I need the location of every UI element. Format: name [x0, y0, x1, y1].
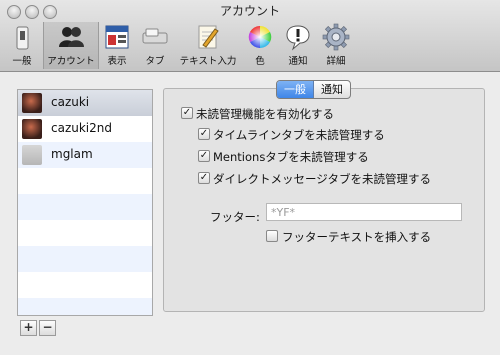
- tab-icon: [142, 28, 168, 44]
- toolbar-advanced[interactable]: 詳細: [318, 22, 354, 69]
- unread-enable-checkbox[interactable]: ✓: [181, 107, 193, 119]
- toolbar-text-input[interactable]: テキスト入力: [175, 22, 241, 69]
- toolbar-notification-label: 通知: [288, 56, 308, 67]
- tab-general[interactable]: 一般: [277, 81, 314, 98]
- display-icon: [105, 25, 129, 49]
- account-name: cazuki2nd: [51, 121, 112, 135]
- preferences-window: アカウント 一般 アカウント 表示 タブ テキスト入力 色 通知 詳細 cazu…: [0, 0, 500, 355]
- footer-insert-label: フッターテキストを挿入する: [282, 230, 432, 244]
- empty-row: [18, 220, 152, 246]
- footer-insert-checkbox[interactable]: [266, 230, 278, 242]
- gear-icon: [322, 23, 350, 51]
- people-icon: [59, 27, 84, 47]
- toolbar-general-label: 一般: [12, 56, 32, 67]
- footer-text-field[interactable]: *YF*: [266, 203, 462, 221]
- unread-enable-label: 未読管理機能を有効化する: [196, 107, 334, 121]
- direct-unread-checkbox[interactable]: ✓: [198, 172, 210, 184]
- avatar: [22, 145, 42, 165]
- color-wheel-icon: [248, 25, 272, 49]
- timeline-unread-label: タイムラインタブを未読管理する: [213, 128, 385, 142]
- direct-unread-label: ダイレクトメッセージタブを未読管理する: [213, 172, 432, 186]
- empty-row: [18, 272, 152, 298]
- tab-notification[interactable]: 通知: [314, 81, 350, 98]
- toolbar-advanced-label: 詳細: [326, 56, 346, 67]
- tab-control: 一般 通知: [276, 80, 351, 99]
- avatar: [22, 119, 42, 139]
- toolbar-tab[interactable]: タブ: [137, 22, 173, 69]
- toolbar-account-label: アカウント: [47, 56, 95, 67]
- timeline-unread-checkbox[interactable]: ✓: [198, 128, 210, 140]
- toolbar-account[interactable]: アカウント: [43, 22, 99, 69]
- mentions-unread-label: Mentionsタブを未読管理する: [213, 150, 369, 164]
- toolbar-tab-label: タブ: [145, 56, 165, 67]
- empty-row: [18, 194, 152, 220]
- account-row[interactable]: cazuki: [18, 90, 152, 116]
- footer-label: フッター:: [210, 210, 260, 224]
- account-name: cazuki: [51, 95, 90, 109]
- toolbar-general[interactable]: 一般: [2, 22, 42, 69]
- notification-icon: [286, 25, 310, 51]
- avatar: [22, 93, 42, 113]
- empty-row: [18, 168, 152, 194]
- empty-row: [18, 246, 152, 272]
- toolbar-notification[interactable]: 通知: [282, 22, 314, 69]
- account-row[interactable]: mglam: [18, 142, 152, 168]
- window-title: アカウント: [219, 4, 280, 18]
- toolbar: アカウント 一般 アカウント 表示 タブ テキスト入力 色 通知 詳細: [0, 0, 500, 72]
- remove-account-button[interactable]: −: [39, 320, 56, 336]
- toolbar-display[interactable]: 表示: [99, 22, 135, 69]
- empty-row: [18, 298, 152, 315]
- toolbar-color-label: 色: [255, 56, 265, 67]
- switch-icon: [16, 26, 29, 50]
- account-row[interactable]: cazuki2nd: [18, 116, 152, 142]
- toolbar-color[interactable]: 色: [244, 22, 276, 69]
- account-list[interactable]: cazuki cazuki2nd mglam: [17, 89, 153, 316]
- toolbar-display-label: 表示: [107, 56, 127, 67]
- add-account-button[interactable]: +: [20, 320, 37, 336]
- pencil-icon: [198, 25, 219, 49]
- toolbar-text-input-label: テキスト入力: [179, 56, 237, 67]
- mentions-unread-checkbox[interactable]: ✓: [198, 150, 210, 162]
- account-name: mglam: [51, 147, 93, 161]
